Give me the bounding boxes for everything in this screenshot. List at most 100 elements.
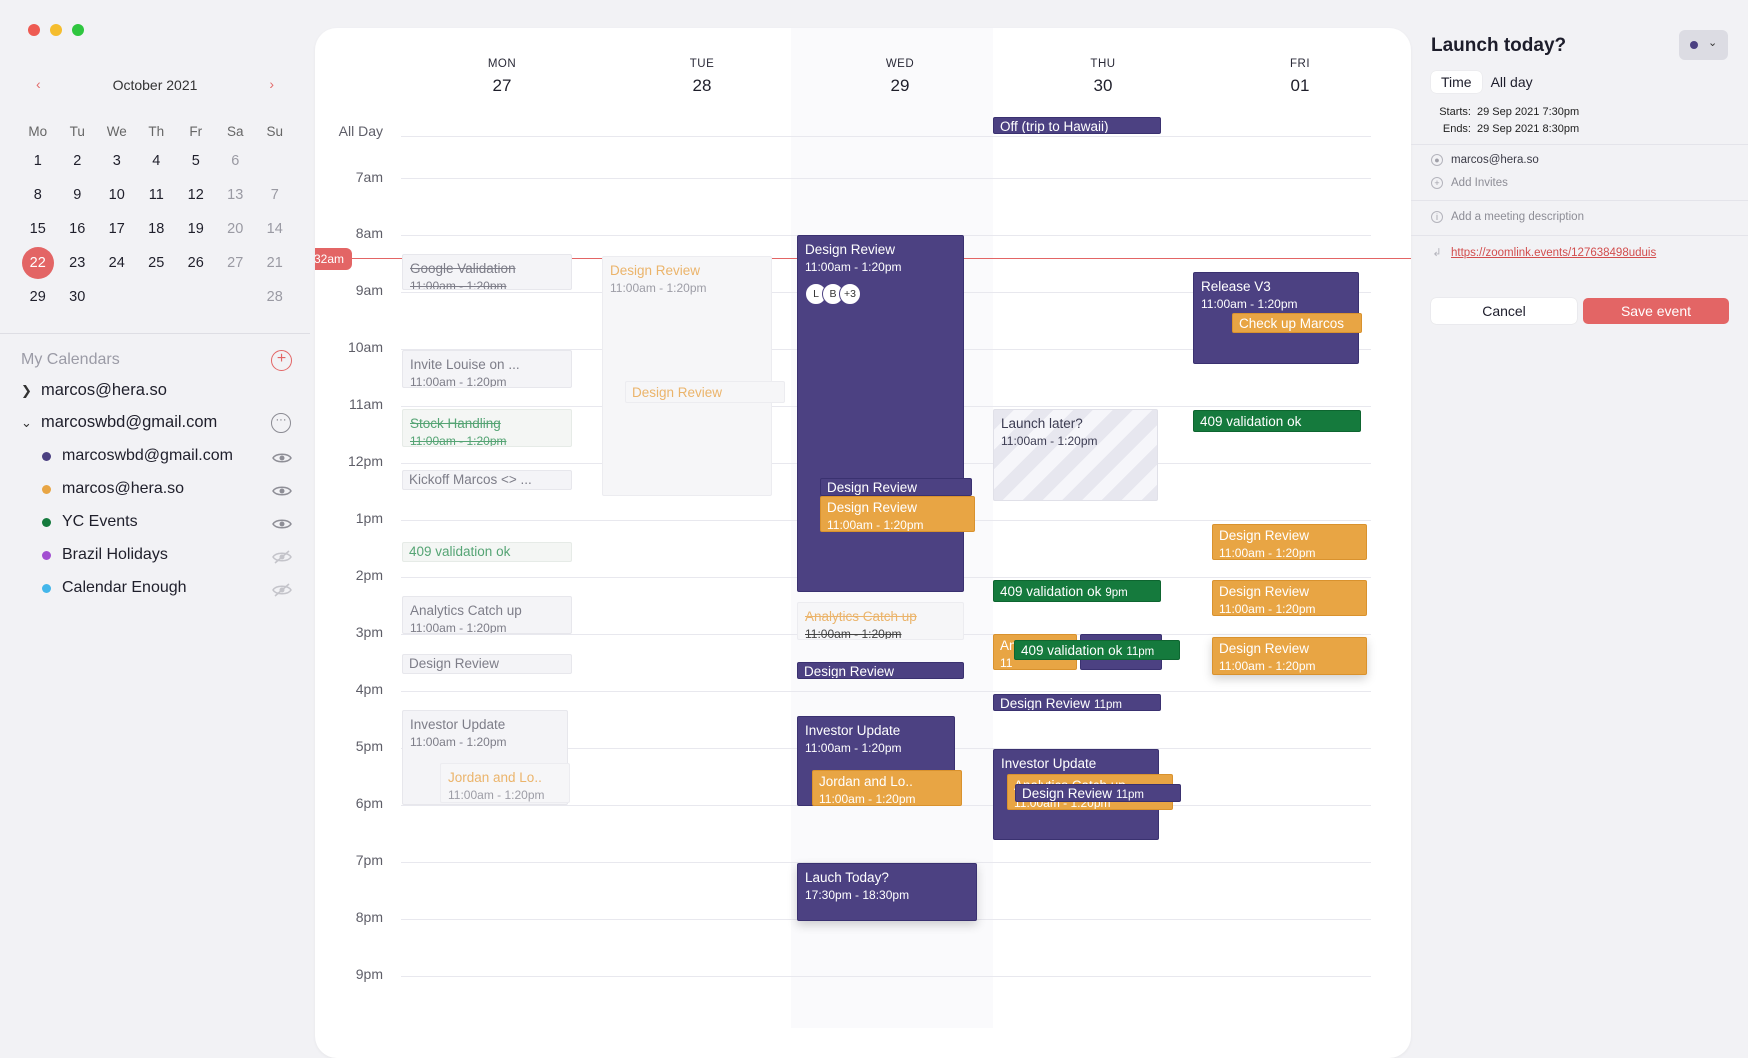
all-day-event[interactable]: Off (trip to Hawaii) xyxy=(993,117,1161,134)
color-picker[interactable]: ⌄ xyxy=(1679,30,1728,60)
mini-day[interactable]: 16 xyxy=(58,221,98,237)
mini-day[interactable]: 18 xyxy=(137,221,177,237)
event-block[interactable]: Invite Louise on ... 11:00am - 1:20pm xyxy=(402,350,572,388)
event-block[interactable]: 409 validation ok 11pm xyxy=(1014,640,1180,660)
eye-icon[interactable] xyxy=(272,484,292,498)
mini-day-today[interactable]: 22 xyxy=(18,247,58,279)
mini-day[interactable]: 5 xyxy=(176,153,216,169)
mini-day[interactable]: 7 xyxy=(255,187,295,203)
mini-day[interactable]: 11 xyxy=(137,187,177,203)
mini-day[interactable]: 27 xyxy=(216,255,256,271)
mini-day[interactable]: 17 xyxy=(97,221,137,237)
event-time: 11:00am - 1:20pm xyxy=(610,281,707,295)
eye-icon[interactable] xyxy=(272,517,292,531)
event-title: Launch later? xyxy=(1001,416,1083,431)
event-block[interactable]: Design Review 11:00am - 1:20pm xyxy=(820,496,975,532)
mini-day[interactable]: 4 xyxy=(137,153,177,169)
mini-day[interactable]: 9 xyxy=(58,187,98,203)
mini-day[interactable]: 10 xyxy=(97,187,137,203)
mini-day[interactable]: 8 xyxy=(18,187,58,203)
hour-label: 12pm xyxy=(347,453,383,469)
chevron-right-icon[interactable]: › xyxy=(269,76,274,92)
mini-day[interactable]: 26 xyxy=(176,255,216,271)
event-block[interactable]: 409 validation ok xyxy=(402,542,572,562)
mini-day[interactable]: 14 xyxy=(255,221,295,237)
mini-day[interactable]: 6 xyxy=(216,153,256,169)
event-block[interactable]: Stock Handling 11:00am - 1:20pm xyxy=(402,409,572,447)
event-block[interactable]: Design Review 11:00am - 1:20pm L B +3 xyxy=(797,235,964,592)
mini-day[interactable]: 25 xyxy=(137,255,177,271)
more-options-icon[interactable]: ··· xyxy=(271,413,291,433)
mini-day[interactable]: 23 xyxy=(58,255,98,271)
mini-day[interactable]: 13 xyxy=(216,187,256,203)
plus-circle-icon[interactable]: + xyxy=(271,350,292,371)
mini-calendar-week: 22 23 24 25 26 27 21 xyxy=(18,246,296,280)
event-block[interactable]: Design Review xyxy=(402,654,572,674)
event-title-input[interactable]: Launch today? xyxy=(1431,35,1566,57)
event-block[interactable]: Google Validation 11:00am - 1:20pm xyxy=(402,254,572,290)
event-block[interactable]: Check up Marcos xyxy=(1232,313,1362,333)
event-title: Design Review xyxy=(610,263,701,278)
event-title: Jordan and Lo.. xyxy=(448,770,542,785)
save-event-button[interactable]: Save event xyxy=(1583,298,1729,324)
calendar-item[interactable]: marcoswbd@gmail.com xyxy=(42,447,233,465)
day-name: THU xyxy=(1090,58,1116,70)
weekday-label: Fr xyxy=(189,123,203,139)
day-header-mon[interactable]: MON 27 xyxy=(402,58,602,96)
mini-day[interactable]: 1 xyxy=(18,153,58,169)
eye-icon[interactable] xyxy=(272,451,292,465)
calendar-item[interactable]: marcos@hera.so xyxy=(42,480,184,498)
calendar-item[interactable]: YC Events xyxy=(42,513,138,531)
day-header-fri[interactable]: FRI 01 xyxy=(1200,58,1400,96)
meeting-link[interactable]: https://zoomlink.events/127638498uduis xyxy=(1451,247,1656,259)
mini-day[interactable]: 30 xyxy=(58,289,98,305)
eye-off-icon[interactable] xyxy=(272,550,292,564)
mini-day[interactable]: 20 xyxy=(216,221,256,237)
event-block[interactable]: 409 validation ok 9pm xyxy=(993,580,1161,602)
mini-day[interactable]: 24 xyxy=(97,255,137,271)
day-header-tue[interactable]: TUE 28 xyxy=(602,58,802,96)
add-invites-row[interactable]: + Add Invites xyxy=(1431,177,1508,189)
cancel-button[interactable]: Cancel xyxy=(1431,298,1577,324)
event-block[interactable]: Design Review 11:00am - 1:20pm xyxy=(1212,524,1367,560)
event-block[interactable]: Design Review 11pm xyxy=(1015,784,1181,802)
event-block[interactable]: Analytics Catch up 11:00am - 1:20pm xyxy=(797,602,964,640)
mini-day[interactable]: 21 xyxy=(255,255,295,271)
account-toggle[interactable]: ⌄ marcoswbd@gmail.com xyxy=(21,413,217,432)
event-block[interactable]: Design Review xyxy=(820,478,972,496)
event-block[interactable]: Analytics Catch up 11:00am - 1:20pm xyxy=(402,596,572,634)
end-row[interactable]: Ends: 29 Sep 2021 8:30pm xyxy=(1431,121,1579,138)
event-block[interactable]: Design Review xyxy=(797,662,964,679)
event-block[interactable]: Design Review 11:00am - 1:20pm xyxy=(1212,637,1367,675)
attendee-avatars: L B +3 xyxy=(805,283,956,305)
mini-day[interactable]: 15 xyxy=(18,221,58,237)
event-block[interactable]: Jordan and Lo.. 11:00am - 1:20pm xyxy=(812,770,962,806)
account-toggle[interactable]: ❯ marcos@hera.so xyxy=(21,381,167,400)
event-block[interactable]: Design Review 11:00am - 1:20pm xyxy=(1212,580,1367,616)
event-block-tentative[interactable]: Launch later? 11:00am - 1:20pm xyxy=(993,409,1158,501)
mini-day[interactable]: 19 xyxy=(176,221,216,237)
day-header-thu[interactable]: THU 30 xyxy=(1003,58,1203,96)
calendar-item[interactable]: Brazil Holidays xyxy=(42,546,168,564)
day-header-wed[interactable]: WED 29 xyxy=(800,58,1000,96)
event-block[interactable]: Design Review 11:00am - 1:20pm xyxy=(602,256,772,496)
start-row[interactable]: Starts: 29 Sep 2021 7:30pm xyxy=(1431,104,1579,121)
add-invites-label: Add Invites xyxy=(1451,177,1508,189)
mini-day[interactable]: 2 xyxy=(58,153,98,169)
event-block-selected[interactable]: Lauch Today? 17:30pm - 18:30pm xyxy=(797,863,977,921)
mini-day[interactable]: 12 xyxy=(176,187,216,203)
event-block[interactable]: 409 validation ok xyxy=(1193,410,1361,432)
tab-time[interactable]: Time xyxy=(1431,71,1482,93)
eye-off-icon[interactable] xyxy=(272,583,292,597)
mini-day[interactable]: 28 xyxy=(255,289,295,305)
event-block[interactable]: Design Review 11pm xyxy=(993,694,1161,711)
event-block[interactable]: Design Review xyxy=(625,381,785,403)
event-block[interactable]: Jordan and Lo.. 11:00am - 1:20pm xyxy=(440,763,570,803)
event-time: 11:00am - 1:20pm xyxy=(410,375,507,388)
calendar-item[interactable]: Calendar Enough xyxy=(42,579,187,597)
mini-day[interactable]: 29 xyxy=(18,289,58,305)
mini-day[interactable]: 3 xyxy=(97,153,137,169)
event-block[interactable]: Kickoff Marcos <> ... xyxy=(402,470,572,490)
tab-all-day[interactable]: All day xyxy=(1482,71,1542,93)
description-row[interactable]: i Add a meeting description xyxy=(1431,211,1584,223)
